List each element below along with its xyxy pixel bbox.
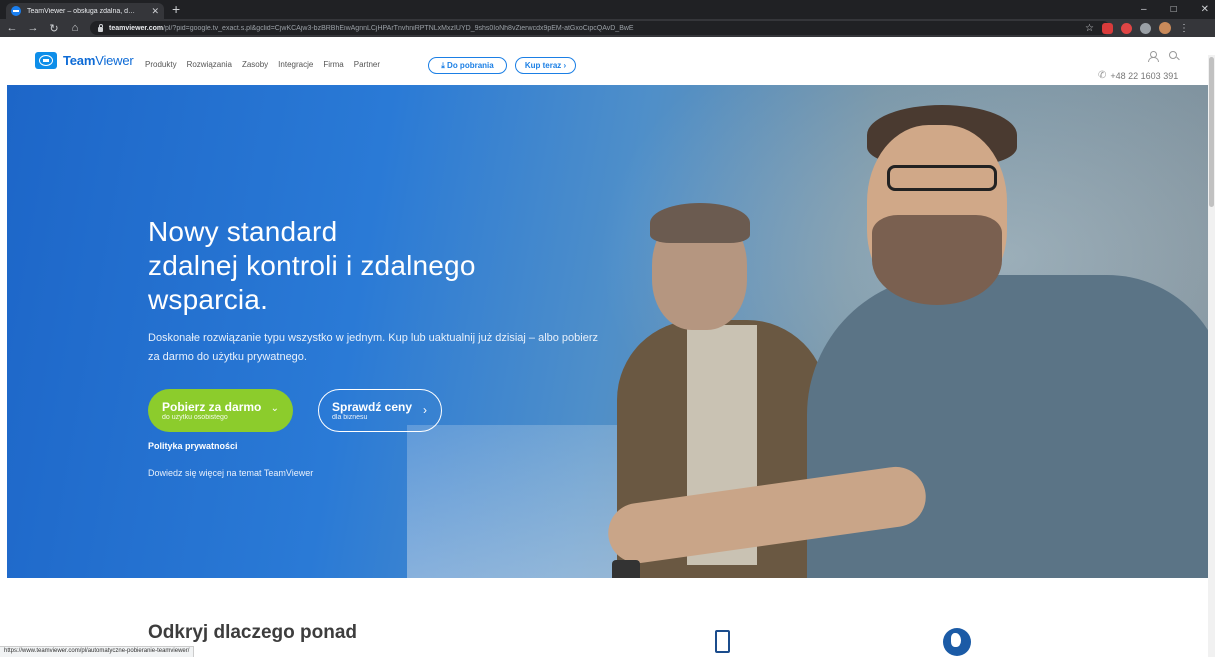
buy-now-button[interactable]: Kup teraz ›	[515, 57, 576, 74]
home-button[interactable]: ⌂	[66, 22, 84, 34]
bookmark-star-icon[interactable]: ☆	[1085, 23, 1094, 34]
phone-number: +48 22 1603 391	[1110, 70, 1179, 81]
site-header: TeamViewer Produkty Rozwiązania Zasoby I…	[0, 37, 1215, 85]
adblock-extension-icon[interactable]	[1101, 22, 1113, 34]
chevron-right-icon: ›	[423, 403, 427, 417]
nav-item-produkty[interactable]: Produkty	[145, 60, 177, 69]
hero-subtitle: Doskonałe rozwiązanie typu wszystko w je…	[148, 332, 599, 363]
tab-title: TeamViewer – obsługa zdalna, d…	[27, 7, 136, 15]
nav-item-firma[interactable]: Firma	[323, 60, 343, 69]
hero-content: Nowy standard zdalnej kontroli i zdalneg…	[148, 215, 618, 478]
maximize-button[interactable]: □	[1171, 4, 1177, 15]
user-account-icon[interactable]	[1148, 51, 1159, 62]
phone-icon: ✆	[1098, 70, 1107, 81]
url-path: /pl/?pid=google.tv_exact.s.pl&gclid=CjwK…	[163, 24, 634, 32]
extension-icon[interactable]	[1120, 22, 1132, 34]
status-bar-url: https://www.teamviewer.com/pl/automatycz…	[0, 646, 195, 657]
teamviewer-logo-icon	[35, 52, 57, 69]
chevron-down-icon: ⌄	[270, 403, 279, 414]
download-free-button[interactable]: Pobierz za darmo do użytku osobistego ⌄	[148, 389, 293, 432]
browser-toolbar: ← → ↻ ⌂ teamviewer.com /pl/?pid=google.t…	[0, 19, 1215, 37]
phone-contact[interactable]: ✆ +48 22 1603 391	[1098, 70, 1178, 81]
hero-title: Nowy standard zdalnej kontroli i zdalneg…	[148, 216, 476, 315]
globe-icon	[943, 628, 971, 656]
address-bar[interactable]: teamviewer.com /pl/?pid=google.tv_exact.…	[90, 21, 1110, 35]
privacy-policy-link[interactable]: Polityka prywatności	[148, 441, 618, 451]
extensions-area: ☆ ⋮	[1085, 19, 1189, 37]
browser-window: TeamViewer – obsługa zdalna, d… ✕ + – □ …	[0, 0, 1215, 657]
minimize-button[interactable]: –	[1141, 4, 1147, 15]
learn-more-link[interactable]: Dowiedz się więcej na temat TeamViewer	[148, 468, 618, 478]
search-icon[interactable]	[1169, 51, 1177, 59]
cta-row: Pobierz za darmo do użytku osobistego ⌄ …	[148, 389, 618, 432]
new-tab-button[interactable]: +	[172, 1, 180, 17]
mobile-device-icon	[715, 630, 730, 653]
download-button[interactable]: ⤓ Do pobrania	[428, 57, 507, 74]
discover-heading: Odkryj dlaczego ponad	[148, 622, 358, 643]
back-button[interactable]: ←	[3, 22, 21, 34]
check-prices-button[interactable]: Sprawdź ceny dla biznesu ›	[318, 389, 442, 432]
page-scrollbar[interactable]	[1208, 55, 1215, 657]
hero-person-right-image	[604, 85, 1208, 578]
hero-watch-image	[612, 560, 640, 578]
scrollbar-thumb[interactable]	[1209, 57, 1214, 207]
nav-item-zasoby[interactable]: Zasoby	[242, 60, 268, 69]
teamviewer-favicon-icon	[11, 6, 21, 16]
nav-item-rozwiazania[interactable]: Rozwiązania	[187, 60, 232, 69]
reload-button[interactable]: ↻	[45, 22, 63, 35]
lock-icon	[98, 23, 103, 32]
main-nav: Produkty Rozwiązania Zasoby Integracje F…	[145, 60, 380, 69]
nav-item-partner[interactable]: Partner	[354, 60, 380, 69]
browser-tabstrip: TeamViewer – obsługa zdalna, d… ✕ + – □ …	[0, 0, 1215, 19]
tab-close-icon[interactable]: ✕	[151, 6, 159, 17]
forward-button[interactable]: →	[24, 22, 42, 34]
browser-tab[interactable]: TeamViewer – obsługa zdalna, d… ✕	[6, 3, 164, 19]
close-window-button[interactable]: ✕	[1201, 4, 1209, 15]
logo-text: TeamViewer	[63, 53, 134, 68]
teamviewer-logo[interactable]: TeamViewer	[35, 52, 134, 69]
url-host: teamviewer.com	[109, 24, 164, 32]
browser-menu-icon[interactable]: ⋮	[1179, 23, 1189, 34]
extension-icon[interactable]	[1139, 22, 1151, 34]
window-controls: – □ ✕	[1141, 0, 1209, 19]
nav-item-integracje[interactable]: Integracje	[278, 60, 313, 69]
profile-avatar[interactable]	[1158, 22, 1171, 34]
